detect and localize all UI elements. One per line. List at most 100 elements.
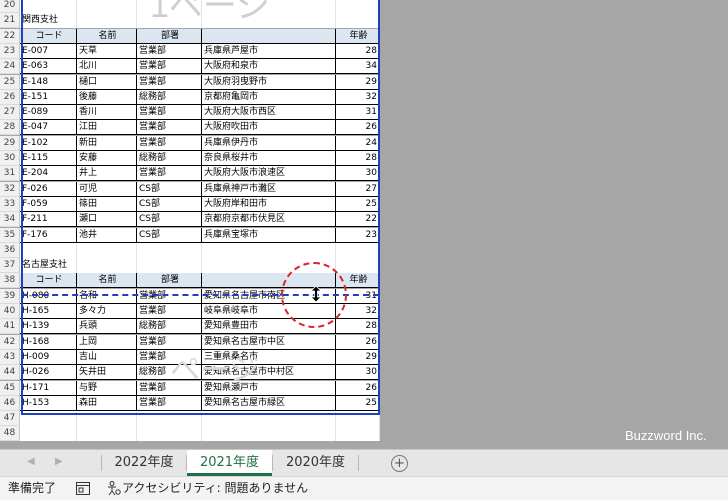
- table-cell[interactable]: 34: [336, 59, 380, 75]
- table-cell[interactable]: 上岡: [77, 334, 137, 350]
- row-header[interactable]: 22: [0, 28, 20, 44]
- table-cell[interactable]: 営業部: [137, 166, 202, 182]
- table-cell[interactable]: 大阪府岸和田市: [202, 196, 336, 212]
- table-cell[interactable]: 吉山: [77, 349, 137, 365]
- grid-cell[interactable]: [336, 426, 380, 442]
- table-cell[interactable]: 総務部: [137, 89, 202, 105]
- table-cell[interactable]: 30: [336, 166, 380, 182]
- table-cell[interactable]: E-151: [20, 89, 77, 105]
- table-cell[interactable]: 森田: [77, 395, 137, 411]
- table-cell[interactable]: CS部: [137, 196, 202, 212]
- table-cell[interactable]: 営業部: [137, 43, 202, 59]
- table-cell[interactable]: 26: [336, 380, 380, 396]
- table-cell[interactable]: 29: [336, 349, 380, 365]
- grid-cell[interactable]: [137, 242, 202, 258]
- grid-cell[interactable]: [202, 411, 336, 427]
- tab-2020[interactable]: 2020年度: [273, 450, 358, 476]
- row-header[interactable]: 39: [0, 288, 20, 304]
- table-cell[interactable]: 営業部: [137, 105, 202, 121]
- row-header[interactable]: 21: [0, 13, 20, 29]
- table-cell[interactable]: 26: [336, 334, 380, 350]
- table-cell[interactable]: 愛知県名古屋市緑区: [202, 395, 336, 411]
- table-cell[interactable]: 大阪府大阪市西区: [202, 105, 336, 121]
- table-cell[interactable]: 25: [336, 395, 380, 411]
- table-cell[interactable]: 奈良県桜井市: [202, 151, 336, 166]
- table-cell[interactable]: E-148: [20, 74, 77, 90]
- table-cell[interactable]: 瀬口: [77, 212, 137, 228]
- row-header[interactable]: 27: [0, 105, 20, 121]
- row-header[interactable]: 33: [0, 196, 20, 212]
- row-header[interactable]: 34: [0, 212, 20, 228]
- tab-2022[interactable]: 2022年度: [102, 450, 186, 476]
- table-cell[interactable]: 29: [336, 74, 380, 90]
- row-header[interactable]: 38: [0, 273, 20, 289]
- table-cell[interactable]: 与野: [77, 380, 137, 396]
- column-header-cell[interactable]: 名前: [77, 273, 137, 289]
- table-cell[interactable]: H-026: [20, 365, 77, 381]
- table-cell[interactable]: 31: [336, 105, 380, 121]
- nav-left-icon[interactable]: ◀: [27, 456, 35, 467]
- table-cell[interactable]: H-139: [20, 319, 77, 335]
- row-header[interactable]: 41: [0, 319, 20, 335]
- table-cell[interactable]: E-204: [20, 166, 77, 182]
- row-header[interactable]: 40: [0, 304, 20, 319]
- table-cell[interactable]: 兵庫県伊丹市: [202, 135, 336, 151]
- table-cell[interactable]: 樋口: [77, 74, 137, 90]
- table-cell[interactable]: CS部: [137, 212, 202, 228]
- column-header-cell[interactable]: コード: [20, 28, 77, 44]
- grid-cell[interactable]: [336, 13, 380, 29]
- table-cell[interactable]: 営業部: [137, 395, 202, 411]
- nav-right-icon[interactable]: ▶: [55, 456, 63, 467]
- table-cell[interactable]: 香川: [77, 105, 137, 121]
- column-header-cell[interactable]: 部署: [137, 273, 202, 289]
- table-cell[interactable]: 京都府京都市伏見区: [202, 212, 336, 228]
- table-cell[interactable]: F-026: [20, 181, 77, 197]
- column-header-cell[interactable]: 部署: [137, 28, 202, 44]
- row-header[interactable]: 20: [0, 0, 20, 13]
- section-title[interactable]: 名古屋支社: [22, 258, 67, 273]
- table-cell[interactable]: 営業部: [137, 304, 202, 319]
- table-cell[interactable]: 営業部: [137, 74, 202, 90]
- table-cell[interactable]: E-089: [20, 105, 77, 121]
- table-cell[interactable]: E-063: [20, 59, 77, 75]
- table-cell[interactable]: 23: [336, 227, 380, 243]
- row-header[interactable]: 29: [0, 135, 20, 151]
- row-header[interactable]: 48: [0, 426, 20, 442]
- grid-cell[interactable]: [77, 242, 137, 258]
- grid-cell[interactable]: [336, 258, 380, 274]
- table-cell[interactable]: E-115: [20, 151, 77, 166]
- row-header[interactable]: 43: [0, 349, 20, 365]
- table-cell[interactable]: E-007: [20, 43, 77, 59]
- table-cell[interactable]: 大阪府和泉市: [202, 59, 336, 75]
- grid-cell[interactable]: [336, 0, 380, 13]
- table-cell[interactable]: 営業部: [137, 135, 202, 151]
- add-sheet-icon[interactable]: +: [391, 455, 408, 472]
- row-header[interactable]: 25: [0, 74, 20, 90]
- column-header-cell[interactable]: 年齢: [336, 28, 380, 44]
- column-header-cell[interactable]: [202, 28, 336, 44]
- table-cell[interactable]: 安藤: [77, 151, 137, 166]
- grid-cell[interactable]: [20, 426, 77, 442]
- grid-cell[interactable]: [77, 411, 137, 427]
- column-header-cell[interactable]: コード: [20, 273, 77, 289]
- grid-cell[interactable]: [77, 426, 137, 442]
- row-header[interactable]: 44: [0, 365, 20, 381]
- row-header[interactable]: 28: [0, 120, 20, 136]
- table-cell[interactable]: 京都府亀岡市: [202, 89, 336, 105]
- table-cell[interactable]: 兵庫県神戸市灘区: [202, 181, 336, 197]
- row-header[interactable]: 46: [0, 395, 20, 411]
- row-header[interactable]: 24: [0, 59, 20, 75]
- table-cell[interactable]: 池井: [77, 227, 137, 243]
- row-header[interactable]: 30: [0, 151, 20, 166]
- spreadsheet-grid[interactable]: 20 21 関西支社 22 コード 名前 部署 年齢 23 E-007 天草 営業部 兵庫県芦屋市 28 2…: [0, 0, 728, 449]
- grid-cell[interactable]: [336, 411, 380, 427]
- grid-cell[interactable]: [202, 426, 336, 442]
- grid-cell[interactable]: [77, 0, 137, 13]
- table-cell[interactable]: 大阪府吹田市: [202, 120, 336, 136]
- table-cell[interactable]: E-047: [20, 120, 77, 136]
- table-cell[interactable]: 兵庫県宝塚市: [202, 227, 336, 243]
- table-cell[interactable]: 多々力: [77, 304, 137, 319]
- table-cell[interactable]: CS部: [137, 227, 202, 243]
- grid-cell[interactable]: [137, 258, 202, 274]
- table-cell[interactable]: 新田: [77, 135, 137, 151]
